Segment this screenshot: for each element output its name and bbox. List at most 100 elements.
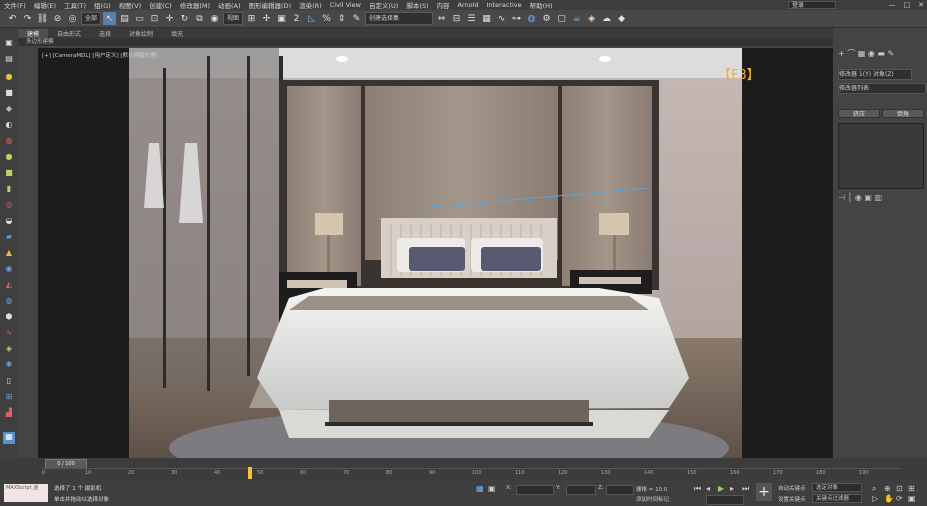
set-key-button[interactable]: 设置关键点 (778, 495, 806, 503)
stairs-icon[interactable]: ▟ (4, 408, 14, 417)
time-marker[interactable] (248, 467, 252, 479)
teapot-icon[interactable]: ◒ (4, 216, 14, 225)
viewport-label[interactable]: [+] [CameraMDL] [用户定义] [默认明暗处理] (42, 51, 158, 59)
torus-icon[interactable]: ◎ (4, 200, 14, 209)
minimize-button[interactable]: — (889, 0, 896, 10)
zoom-extents-icon[interactable]: ⊡ (896, 484, 903, 493)
menu-item[interactable]: 帮助(H) (526, 0, 557, 10)
auto-key-button[interactable]: 自动关键点 (778, 484, 806, 492)
next-frame-icon[interactable]: ▸ (730, 484, 734, 493)
viewport-layout-icon[interactable]: ▦ (3, 432, 15, 444)
link-icon[interactable]: ⛓ (36, 12, 49, 25)
menu-item[interactable]: Civil View (326, 1, 365, 9)
spline-icon[interactable]: ∿ (4, 328, 14, 337)
ribbon-tab[interactable]: 自由形式 (48, 29, 90, 38)
z-coordinate-field[interactable] (606, 485, 634, 495)
zoom-all-icon[interactable]: ⊕ (884, 484, 891, 493)
light-icon[interactable]: ● (4, 72, 14, 81)
select-object-icon[interactable]: ↖ (103, 12, 117, 25)
y-coordinate-field[interactable] (566, 485, 596, 495)
spinner-snap-icon[interactable]: ⇕ (335, 12, 348, 25)
zoom-extents-all-icon[interactable]: ⊞ (908, 484, 915, 493)
x-coordinate-field[interactable] (516, 485, 554, 495)
menu-item[interactable]: 视图(V) (115, 0, 146, 10)
field-of-view-icon[interactable]: ▷ (872, 494, 878, 503)
menu-item[interactable]: 修改器(M) (176, 0, 214, 10)
menu-item[interactable]: 自定义(U) (365, 0, 402, 10)
menu-item[interactable]: 组(G) (90, 0, 115, 10)
menu-item[interactable]: 图形编辑器(D) (245, 0, 296, 10)
workspace-selector[interactable]: 登录 (788, 1, 836, 9)
orbit-icon[interactable]: ⟳ (896, 494, 903, 503)
camera-icon[interactable]: ■ (4, 88, 14, 97)
modifier-stack[interactable] (838, 123, 924, 189)
window-icon[interactable]: ⊞ (4, 392, 14, 401)
add-key-button[interactable]: + (756, 483, 772, 501)
menu-item[interactable]: 编辑(E) (30, 0, 60, 10)
space-warp-icon[interactable]: ◐ (4, 120, 14, 129)
curve-editor-icon[interactable]: ∿ (495, 12, 508, 25)
pivot-icon[interactable]: ⊞ (245, 12, 258, 25)
goto-start-icon[interactable]: ⏮ (694, 484, 701, 494)
sphere-icon[interactable]: ● (4, 152, 14, 161)
ribbon-toggle-icon[interactable]: ▦ (480, 12, 493, 25)
edit-named-sets-icon[interactable]: ✎ (350, 12, 363, 25)
selection-filter-dropdown[interactable]: 全部 (81, 12, 102, 25)
nurbs-icon[interactable]: ◈ (4, 344, 14, 353)
object-name-field[interactable]: 修改器 1(Y) 对象(Z) (838, 69, 912, 80)
goto-end-icon[interactable]: ⏭ (742, 484, 749, 494)
maximize-button[interactable]: □ (904, 0, 911, 10)
camera-viewport[interactable]: [+] [CameraMDL] [用户定义] [默认明暗处理] 【F3】 (38, 48, 833, 458)
create-selection-icon[interactable]: ▣ (4, 38, 14, 47)
ribbon-tab[interactable]: 选择 (90, 29, 120, 38)
schematic-view-icon[interactable]: ⊶ (510, 12, 523, 25)
menu-item[interactable]: Arnold (454, 1, 483, 9)
menu-item[interactable]: 内容 (433, 0, 454, 10)
menu-item[interactable]: 文件(F) (0, 0, 30, 10)
isolate-icon[interactable]: ▦ (476, 484, 484, 493)
select-by-name-icon[interactable]: ▤ (118, 12, 131, 25)
cone-icon[interactable]: ▲ (4, 248, 14, 257)
render-icon[interactable]: ☕ (570, 12, 583, 25)
stack-controls[interactable]: ⊣ │ ◉ ▣ ▥ (838, 193, 882, 202)
rotate-icon[interactable]: ↻ (178, 12, 191, 25)
window-crossing-icon[interactable]: ⊡ (148, 12, 161, 25)
command-panel-tabs[interactable]: + ⌒ ▦ ◉ ▬ ✎ (838, 49, 894, 58)
render-iterative-icon[interactable]: ◈ (585, 12, 598, 25)
place-icon[interactable]: ◉ (208, 12, 221, 25)
arnold-icon[interactable]: ◆ (615, 12, 628, 25)
ribbon-tab[interactable]: 建模 (18, 28, 49, 38)
maximize-viewport-icon[interactable]: ▣ (908, 494, 916, 503)
select-manipulate-icon[interactable]: ✢ (260, 12, 273, 25)
layer-explorer-icon[interactable]: ☰ (465, 12, 478, 25)
angle-snap-icon[interactable]: ◺ (305, 12, 318, 25)
pan-icon[interactable]: ✋ (884, 494, 894, 503)
move-icon[interactable]: ✛ (163, 12, 176, 25)
material-editor-icon[interactable]: ◍ (525, 12, 538, 25)
current-frame-field[interactable] (706, 495, 744, 505)
redo-icon[interactable]: ↷ (21, 12, 34, 25)
snap-toggle-icon[interactable]: 2 (290, 12, 303, 25)
systems-icon[interactable]: ◍ (4, 136, 14, 145)
scale-icon[interactable]: ⧉ (193, 12, 206, 25)
prev-frame-icon[interactable]: ◂ (706, 484, 710, 493)
rect-select-icon[interactable]: ▭ (133, 12, 146, 25)
selected-object-dropdown[interactable]: 选定对象 (812, 483, 862, 492)
bind-icon[interactable]: ◎ (66, 12, 79, 25)
close-button[interactable]: ✕ (918, 0, 924, 10)
menu-item[interactable]: 动画(A) (214, 0, 245, 10)
track-bar[interactable]: 0 10 20 30 40 50 60 70 80 90 100 110 120 130 140 150 160… (42, 468, 902, 479)
menu-item[interactable]: 脚本(S) (402, 0, 432, 10)
render-online-icon[interactable]: ☁ (600, 12, 613, 25)
align-icon[interactable]: ⊟ (450, 12, 463, 25)
ribbon-tab[interactable]: 填充 (162, 29, 192, 38)
maxscript-listener[interactable]: MAXScript 迷 (4, 484, 48, 502)
particle-icon[interactable]: ✱ (4, 360, 14, 369)
tube-icon[interactable]: ◉ (4, 264, 14, 273)
render-setup-icon[interactable]: ⚙ (540, 12, 553, 25)
named-selection-set-dropdown[interactable]: 创建选择集 (365, 12, 434, 25)
key-filters-button[interactable]: 关键点过滤器 (812, 494, 862, 503)
lock-selection-icon[interactable]: ▣ (488, 484, 496, 493)
keyboard-shortcut-icon[interactable]: ▣ (275, 12, 288, 25)
rendered-frame-icon[interactable]: ▢ (555, 12, 568, 25)
